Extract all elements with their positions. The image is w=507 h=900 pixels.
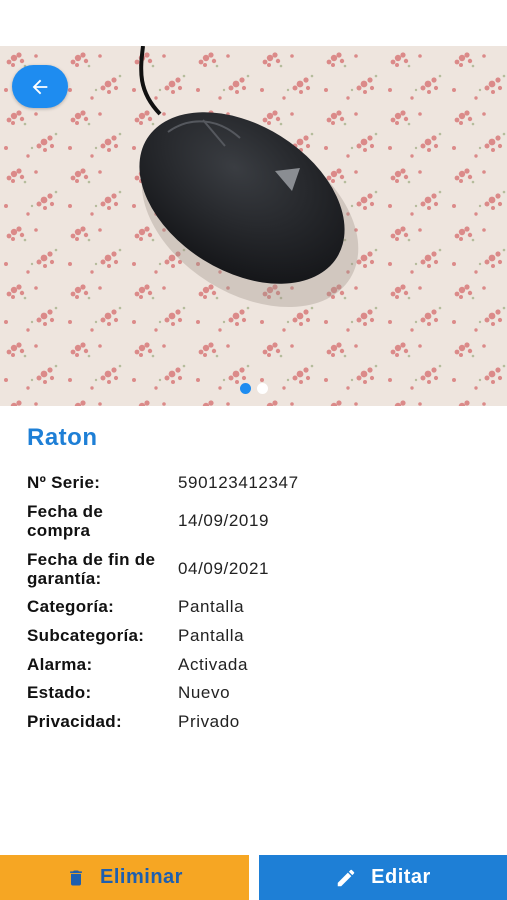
edit-button[interactable]: Editar bbox=[259, 855, 507, 900]
detail-label: Estado: bbox=[27, 683, 92, 703]
detail-value: Activada bbox=[178, 654, 249, 674]
detail-row-serial: Nº Serie: 590123412347 bbox=[27, 468, 487, 497]
detail-label: Fecha de compra bbox=[27, 501, 104, 540]
product-photo-carousel[interactable] bbox=[0, 46, 507, 406]
detail-value: 14/09/2019 bbox=[178, 511, 270, 531]
detail-row-subcategory: Subcategoría: Pantalla bbox=[27, 621, 487, 650]
arrow-left-icon bbox=[32, 79, 48, 94]
detail-value: Privado bbox=[178, 711, 240, 731]
detail-row-state: Estado: Nuevo bbox=[27, 678, 487, 707]
detail-label: Alarma: bbox=[27, 654, 93, 674]
edit-button-label: Editar bbox=[371, 866, 431, 888]
detail-label: Categoría: bbox=[27, 597, 115, 617]
detail-value: Nuevo bbox=[178, 683, 231, 703]
product-detail-screen: Raton Nº Serie: 590123412347 Fecha de co… bbox=[0, 0, 507, 900]
detail-value: 590123412347 bbox=[178, 472, 299, 492]
detail-label: Privacidad: bbox=[27, 711, 122, 731]
product-title: Raton bbox=[27, 424, 98, 451]
carousel-dot-2[interactable] bbox=[256, 383, 268, 394]
detail-value: 04/09/2021 bbox=[178, 559, 270, 579]
detail-row-warranty-end: Fecha de fin de garantía: 04/09/2021 bbox=[27, 545, 487, 593]
delete-button-label: Eliminar bbox=[100, 866, 183, 888]
bottom-action-bar: Eliminar Editar bbox=[0, 855, 507, 900]
detail-row-purchase-date: Fecha de compra 14/09/2019 bbox=[27, 497, 487, 545]
detail-label: Fecha de fin de garantía: bbox=[27, 549, 156, 588]
detail-row-privacy: Privacidad: Privado bbox=[27, 707, 487, 736]
delete-button[interactable]: Eliminar bbox=[0, 855, 249, 900]
carousel-pagination bbox=[0, 383, 507, 394]
trash-icon bbox=[66, 867, 86, 889]
detail-value: Pantalla bbox=[178, 625, 245, 645]
detail-value: Pantalla bbox=[178, 597, 245, 617]
detail-row-alarm: Alarma: Activada bbox=[27, 650, 487, 679]
product-photo bbox=[0, 46, 507, 406]
carousel-dot-1[interactable] bbox=[239, 383, 251, 394]
detail-label: Nº Serie: bbox=[27, 472, 101, 492]
pencil-icon bbox=[335, 867, 357, 889]
detail-label: Subcategoría: bbox=[27, 625, 145, 645]
detail-row-category: Categoría: Pantalla bbox=[27, 593, 487, 622]
product-details-list: Nº Serie: 590123412347 Fecha de compra 1… bbox=[27, 468, 487, 736]
back-button[interactable] bbox=[12, 65, 68, 108]
